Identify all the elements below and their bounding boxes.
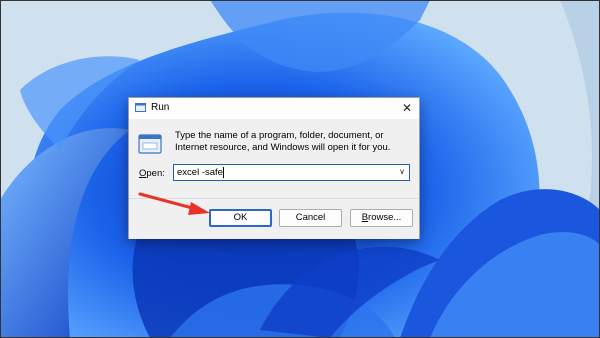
button-row: OK Cancel Browse... [129,198,419,239]
ok-button[interactable]: OK [209,209,272,227]
text-caret [223,167,224,178]
run-dialog: Run ✕ Type the name of a program, folder… [128,97,420,239]
run-description: Type the name of a program, folder, docu… [175,130,391,153]
window-title: Run [151,102,170,113]
open-combobox[interactable]: excel -safe ∨ [173,164,410,181]
open-label: Open: [139,168,165,179]
cancel-button[interactable]: Cancel [279,209,342,227]
close-icon[interactable]: ✕ [399,100,415,116]
title-bar: Run ✕ [129,98,419,119]
open-label-rest: pen: [146,168,165,179]
browse-label-rest: rowse... [368,212,402,223]
run-app-icon [135,103,146,112]
open-input-value[interactable]: excel -safe [177,167,223,178]
dropdown-arrow-icon[interactable]: ∨ [399,167,405,176]
browse-button[interactable]: Browse... [350,209,413,227]
run-app-icon [138,134,162,154]
